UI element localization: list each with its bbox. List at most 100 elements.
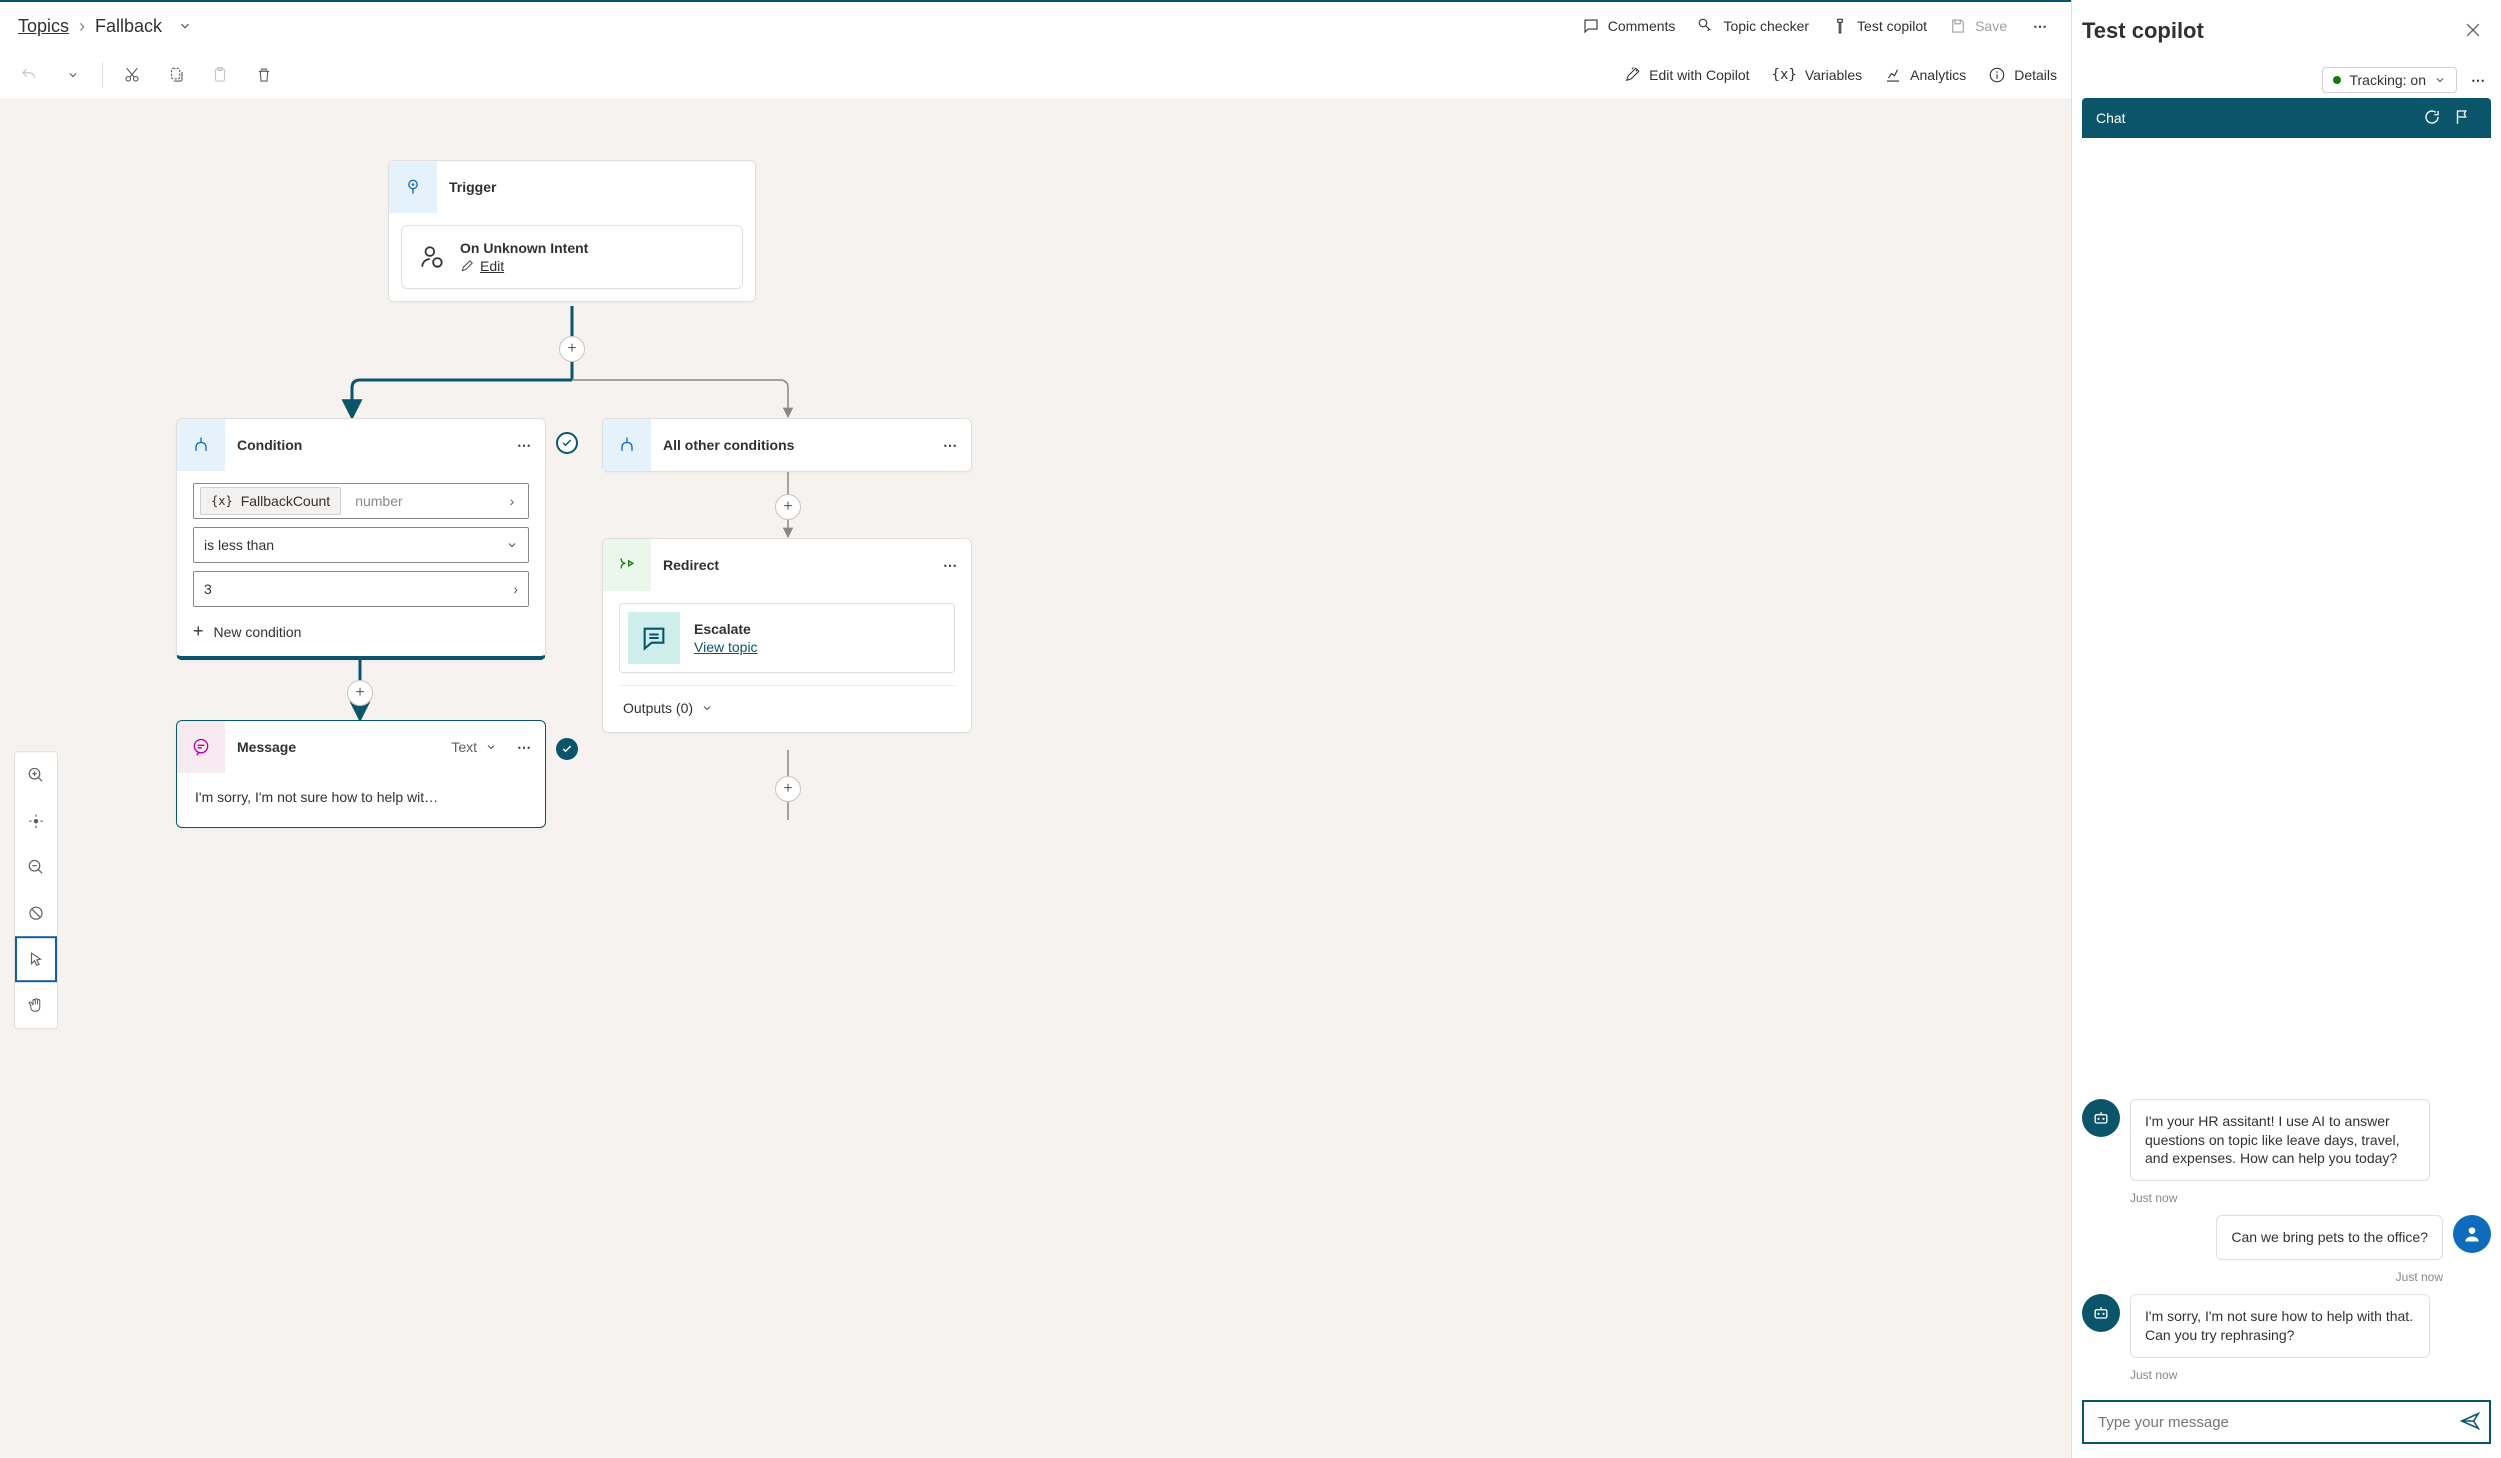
condition-menu[interactable]: ⋯ — [505, 437, 545, 454]
message-icon — [177, 721, 225, 773]
trigger-edit-link[interactable]: Edit — [460, 258, 588, 274]
message-menu[interactable]: ⋯ — [505, 739, 545, 756]
zoom-out-button[interactable] — [15, 844, 57, 890]
chat-header-title: Chat — [2096, 110, 2417, 126]
fit-button[interactable] — [15, 798, 57, 844]
test-copilot-panel: Test copilot Tracking: on ⋯ Chat I'm you… — [2071, 0, 2501, 1458]
condition-value: 3 — [204, 581, 212, 597]
tracking-toggle[interactable]: Tracking: on — [2322, 67, 2457, 93]
zoom-in-button[interactable] — [15, 752, 57, 798]
bot-avatar-icon — [2082, 1099, 2120, 1137]
add-node-button[interactable]: + — [347, 680, 373, 706]
chat-input[interactable] — [2082, 1400, 2491, 1444]
topic-checker-button[interactable]: Topic checker — [1697, 17, 1809, 35]
chat-icon — [628, 612, 680, 664]
all-other-title: All other conditions — [651, 437, 931, 453]
reset-zoom-button[interactable] — [15, 890, 57, 936]
add-node-button[interactable]: + — [559, 336, 585, 362]
new-condition-label: New condition — [214, 624, 302, 640]
message-type-label: Text — [451, 739, 477, 755]
tracking-check-icon — [556, 432, 578, 454]
branch-icon — [177, 419, 225, 471]
redirect-menu[interactable]: ⋯ — [931, 557, 971, 574]
bot-avatar-icon — [2082, 1294, 2120, 1332]
editor-toolbar: Edit with Copilot {x} Variables Analytic… — [0, 50, 2071, 100]
condition-operator-select[interactable]: is less than — [193, 527, 529, 563]
chat-header: Chat — [2082, 98, 2491, 138]
tracking-check-icon — [556, 738, 578, 760]
test-copilot-button[interactable]: Test copilot — [1831, 17, 1927, 35]
person-gear-icon — [418, 243, 446, 271]
edit-with-copilot-label: Edit with Copilot — [1649, 67, 1749, 83]
branch-icon — [603, 419, 651, 471]
undo-history-button[interactable] — [58, 60, 88, 90]
message-node[interactable]: Message Text ⋯ I'm sorry, I'm not sure h… — [176, 720, 546, 828]
delete-button[interactable] — [249, 60, 279, 90]
message-body-preview[interactable]: I'm sorry, I'm not sure how to help wit… — [177, 773, 545, 827]
redirect-outputs-label: Outputs (0) — [623, 700, 693, 716]
chat-flag-button[interactable] — [2447, 108, 2477, 129]
authoring-canvas[interactable]: + + + + Trigger On Unknown Intent — [0, 100, 2071, 1458]
condition-title: Condition — [225, 437, 505, 453]
variables-button[interactable]: {x} Variables — [1772, 67, 1863, 83]
test-panel-overflow[interactable]: ⋯ — [2471, 72, 2487, 89]
details-label: Details — [2014, 67, 2057, 83]
redirect-target-name: Escalate — [694, 621, 758, 637]
trigger-title: Trigger — [437, 179, 755, 195]
chat-input-field[interactable] — [2096, 1413, 2459, 1432]
overflow-menu[interactable]: ⋯ — [2029, 18, 2053, 35]
message-timestamp: Just now — [2082, 1191, 2491, 1205]
condition-value-field[interactable]: 3 › — [193, 571, 529, 607]
breadcrumb-bar: Topics › Fallback Comments Topic checker… — [0, 2, 2071, 50]
save-button: Save — [1949, 17, 2007, 35]
condition-operator-value: is less than — [204, 537, 274, 553]
save-label: Save — [1975, 18, 2007, 34]
trigger-icon — [389, 161, 437, 213]
redirect-icon — [603, 539, 651, 591]
add-node-button[interactable]: + — [775, 494, 801, 520]
user-message: Can we bring pets to the office? — [2216, 1215, 2443, 1260]
breadcrumb-current: Fallback — [95, 16, 162, 37]
all-other-menu[interactable]: ⋯ — [931, 437, 971, 454]
message-timestamp: Just now — [2082, 1270, 2491, 1284]
breadcrumb-sep: › — [79, 16, 85, 37]
trigger-event-name: On Unknown Intent — [460, 240, 588, 256]
chat-restart-button[interactable] — [2417, 108, 2447, 129]
analytics-button[interactable]: Analytics — [1884, 66, 1966, 84]
edit-with-copilot-button[interactable]: Edit with Copilot — [1623, 66, 1749, 84]
trigger-event-card[interactable]: On Unknown Intent Edit — [401, 225, 743, 289]
breadcrumb: Topics › Fallback — [18, 16, 194, 37]
test-copilot-label: Test copilot — [1857, 18, 1927, 34]
comments-button[interactable]: Comments — [1582, 17, 1676, 35]
cursor-tool-button[interactable] — [15, 936, 57, 982]
condition-node[interactable]: Condition ⋯ {x} FallbackCount number › i… — [176, 418, 546, 660]
condition-variable-field[interactable]: {x} FallbackCount number › — [193, 483, 529, 519]
all-other-conditions-node[interactable]: All other conditions ⋯ — [602, 418, 972, 472]
topic-checker-label: Topic checker — [1723, 18, 1809, 34]
new-condition-button[interactable]: + New condition — [193, 621, 529, 642]
test-panel-title: Test copilot — [2082, 18, 2463, 44]
variable-picker-open[interactable]: › — [496, 493, 528, 509]
redirect-target-card[interactable]: Escalate View topic — [619, 603, 955, 673]
close-panel-button[interactable] — [2463, 20, 2483, 43]
trigger-node[interactable]: Trigger On Unknown Intent Edit — [388, 160, 756, 302]
message-type-chevron[interactable] — [485, 741, 497, 753]
analytics-label: Analytics — [1910, 67, 1966, 83]
send-button[interactable] — [2459, 1410, 2481, 1435]
message-timestamp: Just now — [2082, 1368, 2491, 1382]
redirect-node[interactable]: Redirect ⋯ Escalate View topic O — [602, 538, 972, 733]
pan-tool-button[interactable] — [15, 982, 57, 1028]
canvas-toolbar — [14, 751, 58, 1029]
copy-button[interactable] — [161, 60, 191, 90]
redirect-outputs-toggle[interactable]: Outputs (0) — [619, 685, 955, 720]
breadcrumb-root[interactable]: Topics — [18, 16, 69, 37]
status-dot-icon — [2333, 76, 2341, 84]
condition-variable-name: FallbackCount — [241, 493, 331, 509]
topic-picker-chevron[interactable] — [176, 17, 194, 35]
view-topic-link[interactable]: View topic — [694, 639, 758, 655]
message-title: Message — [225, 739, 451, 755]
redirect-title: Redirect — [651, 557, 931, 573]
add-node-button[interactable]: + — [775, 776, 801, 802]
details-button[interactable]: Details — [1988, 66, 2057, 84]
cut-button[interactable] — [117, 60, 147, 90]
